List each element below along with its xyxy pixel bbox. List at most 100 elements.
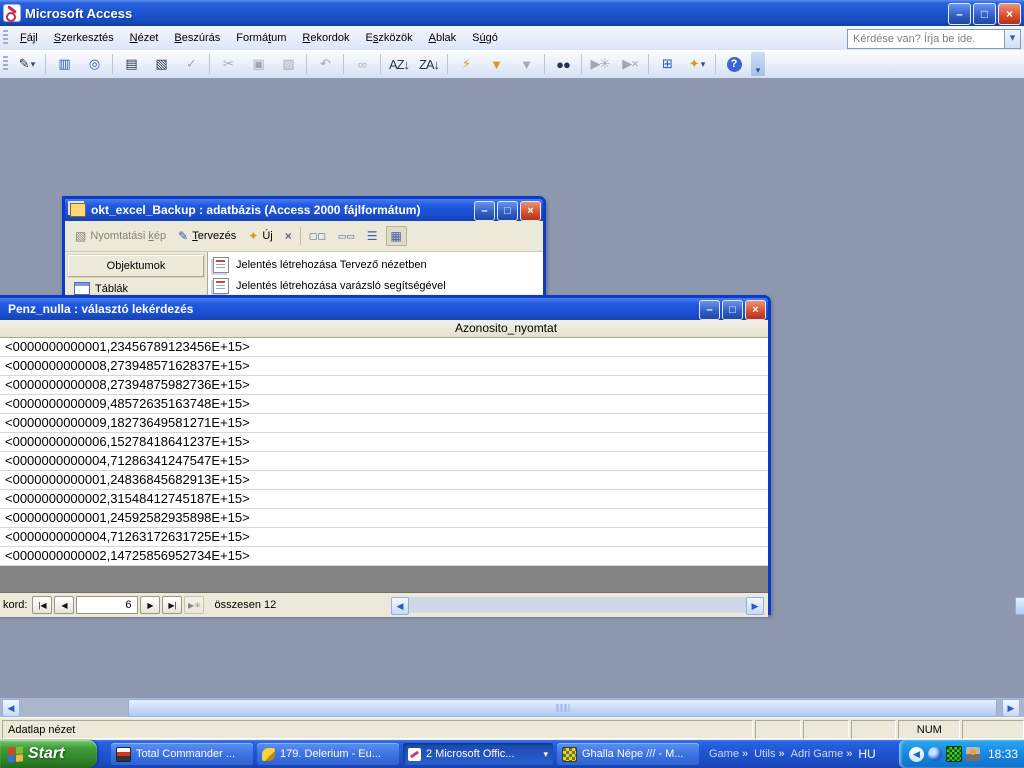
list-item[interactable]: Jelentés létrehozása varázsló segítségév… [210, 275, 543, 296]
taskbar-task-button[interactable]: 179. Delerium - Eu... [257, 743, 399, 765]
menu-item[interactable]: Eszközök [358, 28, 421, 48]
table-row[interactable]: <0000000000008,27394857162837E+15> [0, 357, 768, 376]
restore-button[interactable]: □ [973, 3, 996, 25]
query-close-button[interactable]: × [745, 300, 766, 320]
scroll-left-icon[interactable]: ◀ [391, 597, 409, 615]
table-row[interactable]: <0000000000002,14725856952734E+15> [0, 547, 768, 566]
small-icons-view-button[interactable]: ▭▭ [334, 229, 359, 244]
design-button[interactable]: ✎ Tervezés [174, 227, 240, 245]
undo-button[interactable]: ↶▾ [311, 53, 339, 75]
toolbar-separator[interactable]: ▾ [306, 54, 307, 74]
toolbar-separator[interactable]: ▾ [648, 54, 649, 74]
apply-filter-button[interactable]: ▼▾ [512, 53, 540, 75]
toolbar-separator[interactable]: ▾ [380, 54, 381, 74]
sort-descending-button[interactable]: ZA↓▾ [415, 53, 443, 75]
save-button[interactable]: ▥▾ [50, 53, 78, 75]
taskbar-toolbar-label[interactable]: Utils » [754, 748, 785, 760]
messenger-tray-icon[interactable] [928, 747, 942, 761]
paste-button[interactable]: ▨▾ [274, 53, 302, 75]
workspace-horizontal-scrollbar[interactable]: ◀ ▶ [0, 698, 1024, 717]
table-row[interactable]: <0000000000008,27394875982736E+15> [0, 376, 768, 395]
chevron-down-icon[interactable]: ▾ [1004, 29, 1021, 49]
db-maximize-button[interactable]: □ [497, 201, 518, 221]
scroll-right-icon[interactable]: ▶ [746, 597, 764, 615]
view-design-button[interactable]: ✎▾ [13, 53, 41, 75]
toolbar-separator[interactable]: ▾ [715, 54, 716, 74]
print-preview-db-button[interactable]: ▧ Nyomtatási kép [71, 227, 170, 245]
delete-object-button[interactable]: × [281, 227, 296, 245]
query-maximize-button[interactable]: □ [722, 300, 743, 320]
network-tray-icon[interactable] [946, 746, 962, 762]
details-view-button[interactable]: ▦ [386, 226, 407, 246]
menu-item[interactable]: Súgó [464, 28, 506, 48]
table-row[interactable]: <0000000000006,15278418641237E+15> [0, 433, 768, 452]
agent-tray-icon[interactable] [966, 747, 980, 761]
sidebar-item-tables[interactable]: Táblák [68, 277, 204, 297]
menu-item[interactable]: Ablak [421, 28, 465, 48]
next-record-button[interactable]: ▶ [140, 596, 160, 614]
db-close-button[interactable]: × [520, 201, 541, 221]
menu-item[interactable]: Fájl [12, 28, 46, 48]
toolbar-separator[interactable]: ▾ [447, 54, 448, 74]
file-search-button[interactable]: ◎▾ [80, 53, 108, 75]
tray-collapse-icon[interactable]: ◀ [909, 747, 924, 762]
menubar-grip[interactable] [3, 30, 8, 46]
insert-hyperlink-button[interactable]: ∞▾ [348, 53, 376, 75]
start-button[interactable]: Start [0, 740, 97, 768]
toolbar-separator[interactable]: ▾ [343, 54, 344, 74]
taskbar-task-button[interactable]: 2 Microsoft Offic... ▾ [403, 743, 553, 765]
print-button[interactable]: ▤▾ [117, 53, 145, 75]
scroll-left-icon[interactable]: ◀ [2, 699, 20, 717]
filter-by-selection-button[interactable]: ⚡▾ [452, 53, 480, 75]
taskbar-toolbar-label[interactable]: Game » [709, 748, 748, 760]
delete-record-button[interactable]: ▶×▾ [616, 53, 644, 75]
new-object-db-button[interactable]: ✦ Új [244, 227, 276, 245]
scrollbar-thumb[interactable] [1015, 597, 1024, 615]
scrollbar-thumb[interactable] [128, 699, 997, 717]
minimize-button[interactable]: – [948, 3, 971, 25]
spelling-button[interactable]: ✓▾ [177, 53, 205, 75]
toolbar-separator[interactable]: ▾ [209, 54, 210, 74]
database-window-titlebar[interactable]: okt_excel_Backup : adatbázis (Access 200… [65, 199, 543, 221]
toolbar-separator[interactable]: ▾ [45, 54, 46, 74]
sort-ascending-button[interactable]: AZ↓▾ [385, 53, 413, 75]
query-minimize-button[interactable]: – [699, 300, 720, 320]
table-row[interactable]: <0000000000009,18273649581271E+15> [0, 414, 768, 433]
list-view-button[interactable]: ☰ [363, 227, 382, 245]
database-window-button[interactable]: ⊞▾ [653, 53, 681, 75]
toolbar-separator[interactable]: ▾ [544, 54, 545, 74]
toolbar-grip[interactable] [3, 56, 8, 72]
new-object-button[interactable]: ✦▾ [683, 53, 711, 75]
taskbar-toolbar-label[interactable]: Adri Game » [791, 748, 853, 760]
query-window-titlebar[interactable]: Penz_nulla : választó lekérdezés – □ × [0, 298, 768, 320]
last-record-button[interactable]: ▶| [162, 596, 182, 614]
help-question-input[interactable]: Kérdése van? Írja be ide. ▾ [847, 29, 1006, 49]
column-header[interactable]: Azonosito_nyomtat [0, 320, 768, 338]
large-icons-view-button[interactable]: ▢▢ [305, 229, 330, 244]
language-indicator[interactable]: HU [858, 747, 875, 761]
first-record-button[interactable]: |◀ [32, 596, 52, 614]
table-row[interactable]: <0000000000004,71286341247547E+15> [0, 452, 768, 471]
menu-item[interactable]: Beszúrás [166, 28, 228, 48]
toolbar-options-button[interactable]: ▾ [751, 52, 765, 76]
table-row[interactable]: <0000000000001,24836845682913E+15> [0, 471, 768, 490]
overflow-chevron-icon[interactable]: » [778, 748, 784, 760]
table-row[interactable]: <0000000000004,71263172631725E+15> [0, 528, 768, 547]
menu-item[interactable]: Formátum [228, 28, 294, 48]
table-row[interactable]: <0000000000002,31548412745187E+15> [0, 490, 768, 509]
table-row[interactable]: <0000000000009,48572635163748E+15> [0, 395, 768, 414]
filter-by-form-button[interactable]: ▼▾ [482, 53, 510, 75]
menu-item[interactable]: Rekordok [294, 28, 357, 48]
table-row[interactable]: <0000000000001,24592582935898E+15> [0, 509, 768, 528]
new-record-button[interactable]: ▶✳ [184, 596, 204, 614]
objects-header-button[interactable]: Objektumok [68, 255, 204, 277]
list-item[interactable]: Jelentés létrehozása Tervező nézetben [210, 254, 543, 275]
cut-button[interactable]: ✂▾ [214, 53, 242, 75]
datasheet-horizontal-scrollbar[interactable]: ◀ ▶ [391, 597, 764, 613]
menu-item[interactable]: Szerkesztés [46, 28, 122, 48]
scroll-right-icon[interactable]: ▶ [1002, 699, 1020, 717]
close-button[interactable]: × [998, 3, 1021, 25]
table-row[interactable]: <0000000000001,23456789123456E+15> [0, 338, 768, 357]
overflow-chevron-icon[interactable]: » [742, 748, 748, 760]
taskbar-task-button[interactable]: Ghalla Népe /// - M... [557, 743, 699, 765]
